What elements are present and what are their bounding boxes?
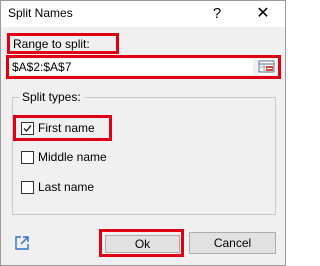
help-button[interactable]: ? (202, 1, 232, 27)
range-input[interactable] (10, 59, 253, 75)
ok-highlight: Ok (99, 229, 184, 257)
range-picker-icon[interactable] (258, 59, 276, 75)
last-name-label[interactable]: Last name (38, 180, 94, 194)
first-name-label[interactable]: First name (38, 121, 95, 135)
middle-name-label[interactable]: Middle name (38, 150, 107, 164)
range-label: Range to split: (13, 37, 90, 51)
title-bar: Split Names ? ✕ (1, 1, 285, 27)
dialog-title: Split Names (8, 6, 73, 20)
split-names-dialog: Split Names ? ✕ Range to split: Split ty… (0, 0, 286, 266)
last-name-checkbox[interactable] (21, 181, 34, 194)
cancel-button[interactable]: Cancel (189, 232, 276, 254)
close-button[interactable]: ✕ (245, 1, 281, 27)
range-label-highlight: Range to split: (7, 33, 119, 54)
first-name-checkbox[interactable] (21, 122, 34, 135)
range-field-highlight (6, 55, 281, 79)
checkmark-icon (23, 125, 32, 133)
external-link-icon[interactable] (14, 235, 30, 251)
ok-button[interactable]: Ok (105, 235, 180, 253)
split-types-label: Split types: (19, 90, 84, 104)
middle-name-checkbox[interactable] (21, 151, 34, 164)
